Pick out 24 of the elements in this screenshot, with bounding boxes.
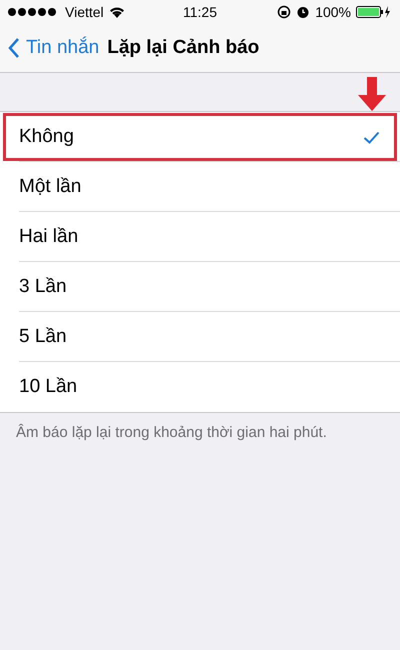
down-arrow-icon <box>358 77 386 111</box>
option-label: Hai lần <box>19 226 78 248</box>
option-row[interactable]: 3 Lần <box>0 262 400 312</box>
rotation-lock-icon <box>277 5 292 19</box>
option-row[interactable]: 10 Lần <box>0 362 400 412</box>
option-row[interactable]: Một lần <box>0 162 400 212</box>
option-label: 5 Lần <box>19 326 67 348</box>
status-time: 11:25 <box>183 4 217 20</box>
screen-title: Lặp lại Cảnh báo <box>107 37 260 59</box>
option-row[interactable]: 5 Lần <box>0 312 400 362</box>
option-label: 3 Lần <box>19 276 67 298</box>
alarm-icon <box>296 5 310 19</box>
option-label: Không <box>19 126 74 148</box>
wifi-icon <box>108 6 125 18</box>
footer-note: Âm báo lặp lại trong khoảng thời gian hai phút. <box>16 423 328 442</box>
option-row[interactable]: Hai lần <box>0 212 400 262</box>
option-row[interactable]: Không <box>0 112 400 162</box>
chevron-icon <box>8 38 20 58</box>
option-label: Một lần <box>19 176 82 198</box>
back-button[interactable]: Tin nhắn <box>8 37 100 59</box>
option-label: 10 Lần <box>19 376 78 398</box>
carrier-name: Viettel <box>65 4 104 20</box>
battery-percent: 100% <box>315 4 351 20</box>
battery-icon <box>356 6 392 18</box>
